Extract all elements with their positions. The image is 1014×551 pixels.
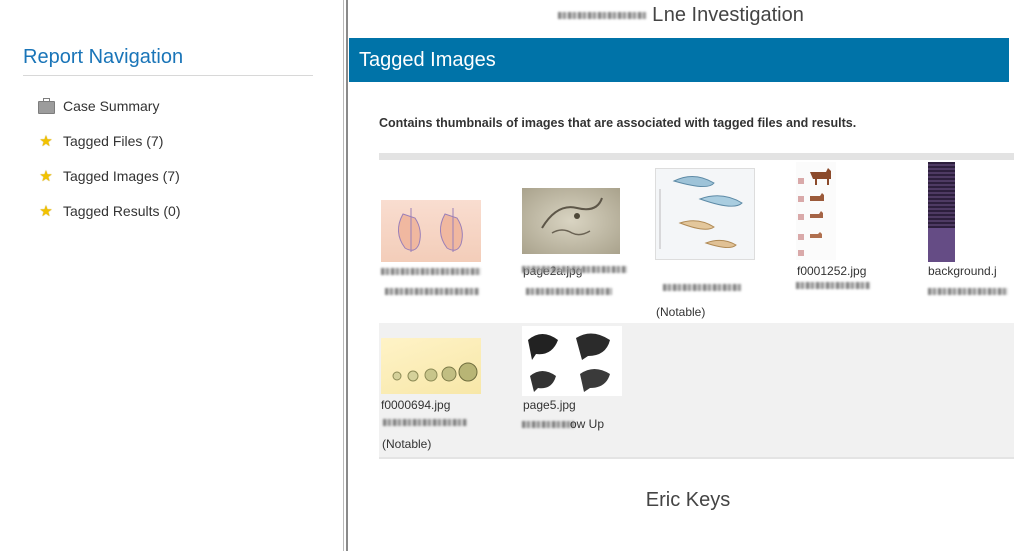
- nav-item-case-summary[interactable]: Case Summary: [37, 96, 159, 116]
- thumbnail-filename[interactable]: f0001252.jpg: [797, 264, 866, 278]
- star-icon: ★: [39, 167, 53, 185]
- nav-item-label: Tagged Files (7): [63, 133, 164, 149]
- section-description: Contains thumbnails of images that are a…: [379, 116, 857, 130]
- case-title: Lne Investigation: [348, 4, 1014, 27]
- thumbnail-item[interactable]: [381, 200, 481, 295]
- thumbnail-item[interactable]: (Notable): [655, 168, 755, 319]
- thumbnail-image[interactable]: [928, 162, 955, 262]
- thumbnail-item[interactable]: background.j: [928, 162, 1008, 295]
- thumbnail-filename[interactable]: background.j: [928, 264, 997, 278]
- thumbnail-item[interactable]: page2a.jpg: [522, 188, 627, 295]
- thumbnail-note: ow Up: [570, 417, 605, 431]
- nav-item-label: Case Summary: [63, 98, 160, 114]
- star-icon: ★: [39, 132, 53, 150]
- thumbnail-filename[interactable]: f0000694.jpg: [381, 398, 450, 412]
- briefcase-icon: [37, 97, 55, 115]
- report-navigation-panel: Report Navigation Case Summary ★ Tagged …: [0, 0, 343, 551]
- redacted-text: [796, 282, 870, 289]
- nav-item-label: Tagged Results (0): [63, 203, 181, 219]
- redacted-text: [663, 284, 741, 291]
- thumbnail-image[interactable]: [381, 338, 481, 394]
- redacted-text: [522, 266, 627, 273]
- thumbnail-filename[interactable]: page5.jpg: [523, 398, 576, 412]
- redacted-text: [385, 288, 479, 295]
- redacted-text: [522, 421, 574, 428]
- thumbnail-image[interactable]: [522, 188, 620, 254]
- examiner-name: Eric Keys: [645, 489, 731, 511]
- thumbnail-item[interactable]: page5.jpg ow Up: [522, 326, 622, 431]
- section-header: Tagged Images: [349, 38, 1009, 82]
- thumbnail-item[interactable]: f0000694.jpg (Notable): [381, 338, 481, 451]
- redacted-text: [928, 288, 1008, 295]
- thumbnail-note: (Notable): [382, 437, 432, 451]
- nav-item-tagged-images[interactable]: ★ Tagged Images (7): [37, 166, 180, 186]
- thumbnail-image[interactable]: [522, 326, 622, 396]
- star-icon: ★: [39, 202, 53, 220]
- nav-item-label: Tagged Images (7): [63, 168, 180, 184]
- redacted-text: [526, 288, 612, 295]
- report-content: Lne Investigation Tagged Images Contains…: [348, 0, 1014, 551]
- nav-divider: [23, 75, 313, 76]
- thumbnail-image[interactable]: [796, 162, 836, 260]
- redacted-text: [383, 419, 467, 426]
- thumbnail-image[interactable]: [655, 168, 755, 260]
- thumbnail-table-header: [379, 153, 1014, 160]
- nav-item-tagged-results[interactable]: ★ Tagged Results (0): [37, 201, 181, 221]
- redacted-text: [381, 268, 481, 275]
- thumbnail-image[interactable]: [381, 200, 481, 262]
- nav-item-tagged-files[interactable]: ★ Tagged Files (7): [37, 131, 163, 151]
- nav-title: Report Navigation: [23, 46, 184, 68]
- thumbnail-item[interactable]: f0001252.jpg: [796, 162, 870, 289]
- thumbnail-note: (Notable): [656, 305, 706, 319]
- redacted-text: [558, 12, 647, 20]
